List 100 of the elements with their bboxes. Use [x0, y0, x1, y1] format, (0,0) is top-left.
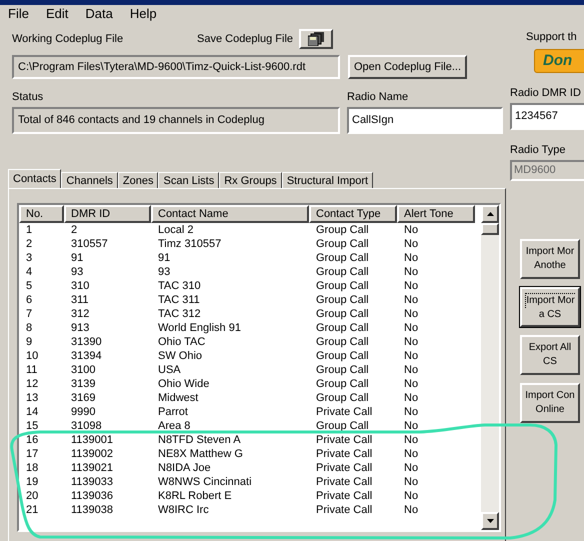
column-header[interactable]: Alert Tone: [397, 205, 475, 223]
table-cell-text: 1139036: [70, 489, 114, 503]
table-cell-text: 18: [25, 461, 40, 475]
table-cell-text: Private Call: [315, 503, 374, 517]
table-cell-text: 3100: [70, 363, 96, 377]
side-button[interactable]: Export All CS: [520, 335, 580, 375]
menu-item[interactable]: Help: [130, 4, 157, 24]
tab[interactable]: Zones: [118, 172, 158, 188]
tab[interactable]: Scan Lists: [158, 172, 220, 188]
field-label: Save Codeplug File: [197, 32, 294, 47]
table-cell-text: 1139038: [70, 503, 114, 517]
table-cell-text: 1139033: [70, 475, 114, 489]
table-cell-text: Group Call: [315, 321, 370, 335]
table-cell-text: 10: [25, 349, 40, 363]
menu-item[interactable]: Edit: [46, 4, 68, 24]
field-label: Status: [12, 90, 44, 103]
table-cell-text: No: [403, 307, 420, 321]
column-header[interactable]: Contact Type: [309, 205, 397, 223]
table-cell-text: 2: [70, 223, 78, 237]
table-cell-text: No: [403, 503, 420, 517]
table-cell-text: Parrot: [157, 405, 189, 419]
tab[interactable]: Contacts: [8, 169, 62, 188]
column-header[interactable]: Contact Name: [151, 205, 309, 223]
table-cell-text: Group Call: [315, 335, 370, 349]
table-cell-text: 3139: [70, 377, 96, 391]
table-cell-text: Group Call: [315, 251, 370, 265]
up-arrow-icon: [486, 212, 494, 216]
table-cell-text: 7: [25, 307, 34, 321]
table-cell-text: 1139021: [70, 461, 114, 475]
table-cell-text: No: [403, 321, 420, 335]
tab[interactable]: Channels: [61, 172, 118, 188]
table-cell-text: W8IRC Irc: [157, 503, 210, 517]
table-cell-text: 17: [25, 447, 40, 461]
field-label: Working Codeplug File: [12, 32, 124, 47]
menu-item[interactable]: File: [8, 4, 29, 24]
table-cell-text: Group Call: [315, 349, 370, 363]
table-cell-text: 8: [25, 321, 34, 335]
menu-item[interactable]: Data: [85, 4, 113, 24]
table-cell-text: Group Call: [315, 419, 370, 433]
table-cell-text: Group Call: [315, 307, 370, 321]
table-cell-text: No: [403, 447, 420, 461]
scrollbar[interactable]: [481, 205, 499, 530]
table-cell-text: Local 2: [157, 223, 194, 237]
table-cell-text: 4: [25, 265, 34, 279]
status-field: Total of 846 contacts and 19 channels in Codeplug: [12, 107, 340, 134]
table-cell-text: W8NWS Cincinnati: [157, 475, 253, 489]
table-cell-text: Group Call: [315, 265, 370, 279]
table-cell-text: No: [403, 405, 420, 419]
support-label: Support th: [526, 30, 578, 43]
table-cell-text: 12: [25, 377, 40, 391]
table-cell-text: 14: [25, 405, 40, 419]
table-cell-text: No: [403, 489, 420, 503]
save-button[interactable]: [299, 29, 333, 49]
table-cell-text: 312: [70, 307, 90, 321]
table-cell-text: 19: [25, 475, 40, 489]
table-cell-text: Private Call: [315, 433, 374, 447]
side-button[interactable]: Import Con Online: [520, 383, 580, 423]
side-button[interactable]: Import Mor a CS: [520, 287, 580, 327]
tab[interactable]: Rx Groups: [219, 172, 282, 188]
table-cell-text: Area 8: [157, 419, 192, 433]
table-cell-text: Private Call: [315, 461, 374, 475]
open-codeplug-button[interactable]: Open Codeplug File...: [348, 55, 468, 79]
table-cell-text: 16: [25, 433, 40, 447]
table-cell-text: 31098: [70, 419, 103, 433]
tab[interactable]: Structural Import: [282, 172, 374, 188]
table-cell-text: No: [403, 293, 420, 307]
down-arrow-icon: [486, 519, 494, 523]
table-cell-text: Private Call: [315, 489, 374, 503]
table-cell-text: 15: [25, 419, 40, 433]
table-cell-text: TAC 310: [157, 279, 202, 293]
table-cell-text: 6: [25, 293, 34, 307]
table-cell-text: Private Call: [315, 447, 374, 461]
side-button[interactable]: Import Mor Anothe: [520, 239, 580, 279]
table-cell-text: 1139001: [70, 433, 114, 447]
table-cell-text: Timz 310557: [157, 237, 222, 251]
table-cell-text: K8RL Robert E: [157, 489, 233, 503]
field-label: Radio Type: [510, 143, 566, 156]
table-cell-text: 2: [25, 237, 34, 251]
table-cell-text: Group Call: [315, 377, 370, 391]
table-cell-text: 3: [25, 251, 34, 265]
radio-dmr-id-field[interactable]: 1234567: [510, 103, 584, 130]
path-field[interactable]: C:\Program Files\Tytera\MD-9600\Timz-Quick-List-9600.rdt: [12, 55, 340, 79]
column-header[interactable]: DMR ID: [64, 205, 151, 223]
column-header[interactable]: No.: [19, 205, 64, 223]
table-cell-text: No: [403, 265, 420, 279]
table-cell-text: 9: [25, 335, 34, 349]
table-cell-text: TAC 311: [157, 293, 201, 307]
table-cell-text: No: [403, 461, 420, 475]
table-cell-text: USA: [157, 363, 182, 377]
table-cell-text: 11: [25, 363, 38, 377]
table-cell-text: No: [403, 335, 420, 349]
scroll-thumb[interactable]: [481, 223, 499, 235]
table-cell-text: 20: [25, 489, 40, 503]
table-cell-text: No: [403, 223, 420, 237]
radio-name-field[interactable]: CallSIgn: [347, 107, 503, 134]
table-cell-text: No: [403, 251, 420, 265]
table-cell-text: 310557: [70, 237, 109, 251]
table-cell-text: 93: [70, 265, 84, 279]
table-cell-text: N8TFD Steven A: [157, 433, 242, 447]
table-cell-text: 310: [70, 279, 90, 293]
